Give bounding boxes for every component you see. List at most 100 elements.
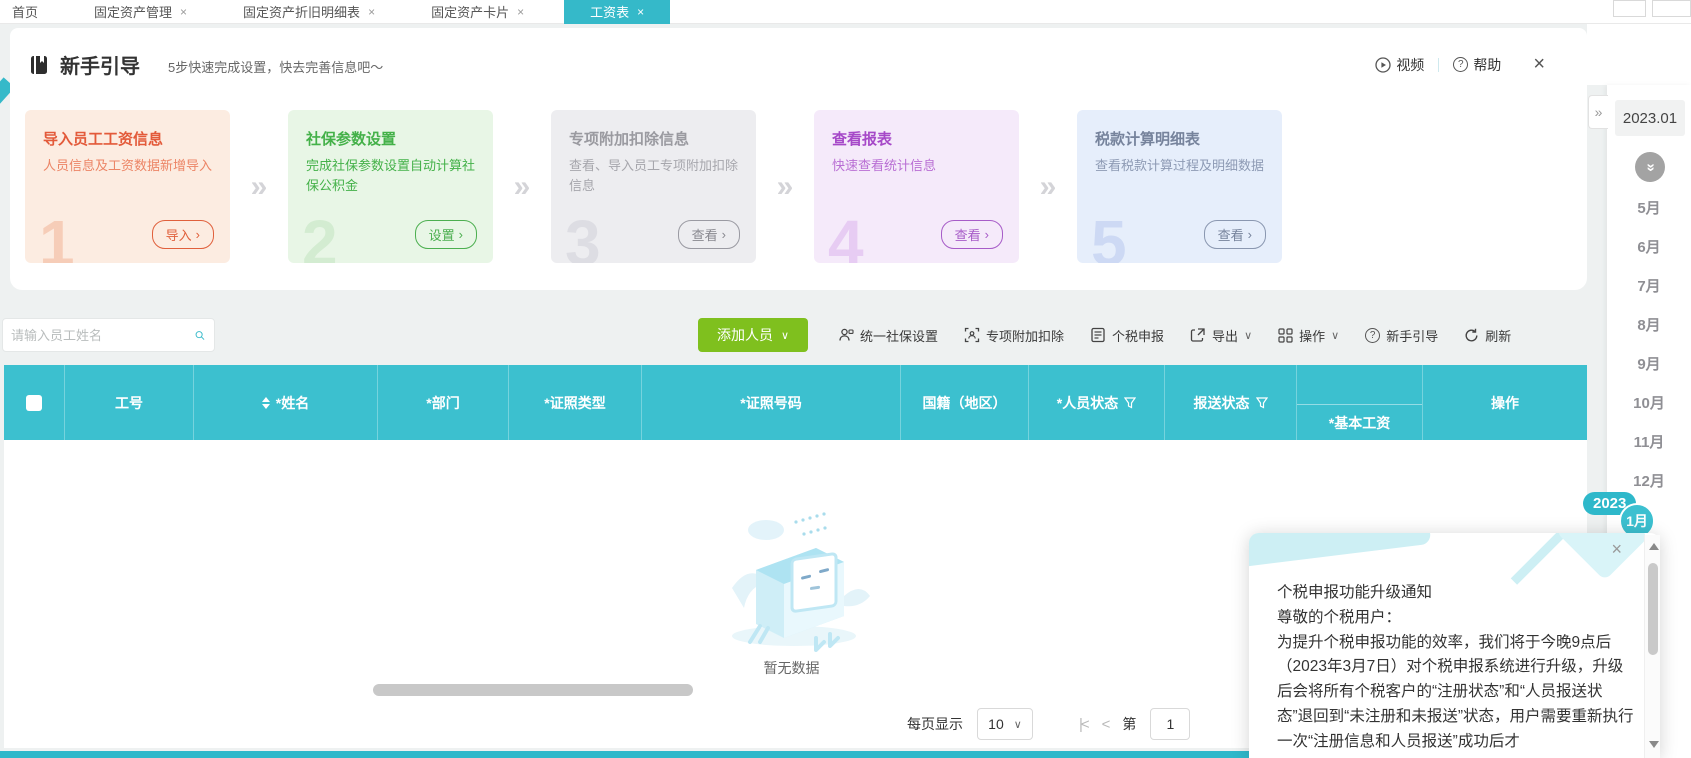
setup-button[interactable]: 设置 › xyxy=(414,220,477,249)
import-button[interactable]: 导入 › xyxy=(151,220,214,249)
column-report-status: 报送状态 xyxy=(1165,365,1297,440)
step-number: 1 xyxy=(39,207,75,263)
double-chevron-up-icon: « xyxy=(1641,162,1659,172)
close-guide-icon[interactable]: × xyxy=(1533,53,1545,76)
view-button[interactable]: 查看 › xyxy=(1203,220,1266,249)
guide-subtitle: 5步快速完成设置，快去完善信息吧～ xyxy=(168,60,384,75)
export-button[interactable]: 导出 ∨ xyxy=(1190,326,1252,345)
toolbar-actions: 统一社保设置 专项附加扣除 个税申报 导出 ∨ 操作 ∨ ? 新手引导 刷新 xyxy=(838,318,1511,352)
pagination: 每页显示 10 ∨ |< < 第 xyxy=(907,708,1191,740)
question-icon: ? xyxy=(1453,57,1469,72)
filter-icon[interactable] xyxy=(1255,396,1268,409)
month-item[interactable]: 6月 xyxy=(1607,227,1691,266)
month-list: 5月 6月 7月 8月 9月 10月 11月 12月 xyxy=(1607,188,1691,500)
help-link[interactable]: ? 帮助 xyxy=(1453,55,1501,75)
close-icon[interactable]: × xyxy=(637,5,644,19)
chevron-right-icon: » xyxy=(513,169,531,203)
add-person-button[interactable]: 添加人员 ∨ xyxy=(698,318,808,352)
column-person-status: *人员状态 xyxy=(1029,365,1165,440)
titlebar-button[interactable] xyxy=(1613,0,1646,17)
upgrade-notice-popup: × 个税申报功能升级通知 尊敬的个税用户： 为提升个税申报功能的效率，我们将于今… xyxy=(1249,533,1660,758)
notice-body: 为提升个税申报功能的效率，我们将于今晚9点后（2023年3月7日）对个税申报系统… xyxy=(1277,633,1634,750)
expand-panel-icon[interactable]: » xyxy=(1588,95,1608,129)
operations-button[interactable]: 操作 ∨ xyxy=(1278,326,1339,345)
notice-title: 个税申报功能升级通知 xyxy=(1277,584,1433,601)
grid-icon xyxy=(1278,327,1293,343)
close-notice-icon[interactable]: × xyxy=(1611,539,1622,560)
chevron-down-icon: ∨ xyxy=(1331,329,1340,342)
chevron-right-icon: » xyxy=(250,169,268,203)
column-base-salary: *基本工资 xyxy=(1297,365,1423,440)
tab-asset-card[interactable]: 固定资产卡片 × xyxy=(421,0,534,24)
tax-filing-button[interactable]: 个税申报 xyxy=(1090,326,1164,345)
step-number: 5 xyxy=(1091,207,1127,263)
scrollbar-thumb[interactable] xyxy=(1648,563,1658,655)
employee-search xyxy=(2,318,215,352)
search-input[interactable] xyxy=(3,327,195,343)
month-item[interactable]: 5月 xyxy=(1607,188,1691,227)
month-item[interactable]: 10月 xyxy=(1607,383,1691,422)
view-button[interactable]: 查看 › xyxy=(940,220,1003,249)
table-header: 工号 *姓名 *部门 *证照类型 *证照号码 国籍（地区） *人员状态 报送状态… xyxy=(4,365,1587,440)
tab-home[interactable]: 首页 xyxy=(2,0,48,24)
month-item[interactable]: 11月 xyxy=(1607,422,1691,461)
close-icon[interactable]: × xyxy=(180,5,187,19)
per-page-select[interactable]: 10 ∨ xyxy=(977,708,1033,740)
chevron-down-icon: ∨ xyxy=(780,329,790,342)
special-deduction-button[interactable]: 专项附加扣除 xyxy=(964,326,1064,345)
video-link[interactable]: 视频 xyxy=(1375,55,1424,75)
scan-person-icon xyxy=(964,327,980,343)
scroll-down-arrow-icon[interactable] xyxy=(1649,741,1659,748)
guide-title: 新手引导 xyxy=(60,56,140,78)
notice-scrollbar xyxy=(1644,535,1660,758)
column-actions: 操作 xyxy=(1491,394,1519,411)
per-page-label: 每页显示 xyxy=(907,716,963,732)
view-button[interactable]: 查看 › xyxy=(677,220,740,249)
month-item[interactable]: 7月 xyxy=(1607,266,1691,305)
titlebar-button[interactable] xyxy=(1652,0,1691,17)
column-name: *姓名 xyxy=(194,365,378,440)
sort-icon[interactable] xyxy=(261,396,270,409)
tab-payroll[interactable]: 工资表 × xyxy=(564,0,671,24)
tab-fixed-assets[interactable]: 固定资产管理 × xyxy=(84,0,197,24)
question-icon: ? xyxy=(1365,327,1381,343)
month-item[interactable]: 8月 xyxy=(1607,305,1691,344)
page-number-input[interactable] xyxy=(1150,708,1191,740)
column-department: *部门 xyxy=(378,365,509,440)
guide-steps: 导入员工工资信息 人员信息及工资数据新增导入 1 导入 › » 社保参数设置 完成… xyxy=(25,110,1282,263)
select-all-checkbox[interactable] xyxy=(26,394,42,411)
tab-bar: 首页 固定资产管理 × 固定资产折旧明细表 × 固定资产卡片 × 工资表 × xyxy=(0,0,1691,24)
column-id-type: *证照类型 xyxy=(509,365,642,440)
step-card-special-deduction: 专项附加扣除信息 查看、导入员工专项附加扣除信息 3 查看 › xyxy=(551,110,756,263)
person-gear-icon xyxy=(839,328,854,341)
chevron-right-icon: » xyxy=(776,169,794,203)
horizontal-scrollbar[interactable] xyxy=(373,684,693,696)
export-icon xyxy=(1190,328,1205,342)
divider xyxy=(1438,57,1440,72)
search-icon[interactable] xyxy=(195,327,205,344)
month-item[interactable]: 9月 xyxy=(1607,344,1691,383)
scroll-up-button[interactable]: « xyxy=(1635,152,1665,182)
chevron-down-icon: ∨ xyxy=(1013,718,1022,731)
newbie-guide-button[interactable]: ? 新手引导 xyxy=(1365,326,1438,345)
play-icon xyxy=(1375,56,1391,73)
close-icon[interactable]: × xyxy=(517,5,524,19)
step-card-tax-detail: 税款计算明细表 查看税款计算过程及明细数据 5 查看 › xyxy=(1077,110,1282,263)
step-number: 4 xyxy=(828,207,864,263)
close-icon[interactable]: × xyxy=(368,5,375,19)
filter-icon[interactable] xyxy=(1124,396,1137,409)
refresh-button[interactable]: 刷新 xyxy=(1464,326,1511,345)
notice-greeting: 尊敬的个税用户： xyxy=(1277,608,1402,626)
tab-depreciation-detail[interactable]: 固定资产折旧明细表 × xyxy=(233,0,385,24)
step-number: 3 xyxy=(565,207,601,263)
selected-period[interactable]: 2023.01 xyxy=(1615,100,1685,136)
step-number: 2 xyxy=(302,207,338,263)
book-icon xyxy=(31,55,47,74)
step-card-social-params: 社保参数设置 完成社保参数设置自动计算社保公积金 2 设置 › xyxy=(288,110,493,263)
notice-text: 个税申报功能升级通知 尊敬的个税用户： 为提升个税申报功能的效率，我们将于今晚9… xyxy=(1277,581,1637,755)
chevron-right-icon: » xyxy=(1039,169,1057,203)
prev-page-icon[interactable]: < xyxy=(1102,716,1111,733)
social-security-button[interactable]: 统一社保设置 xyxy=(838,326,938,345)
scroll-up-arrow-icon[interactable] xyxy=(1649,543,1659,550)
first-page-icon[interactable]: |< xyxy=(1079,716,1090,733)
